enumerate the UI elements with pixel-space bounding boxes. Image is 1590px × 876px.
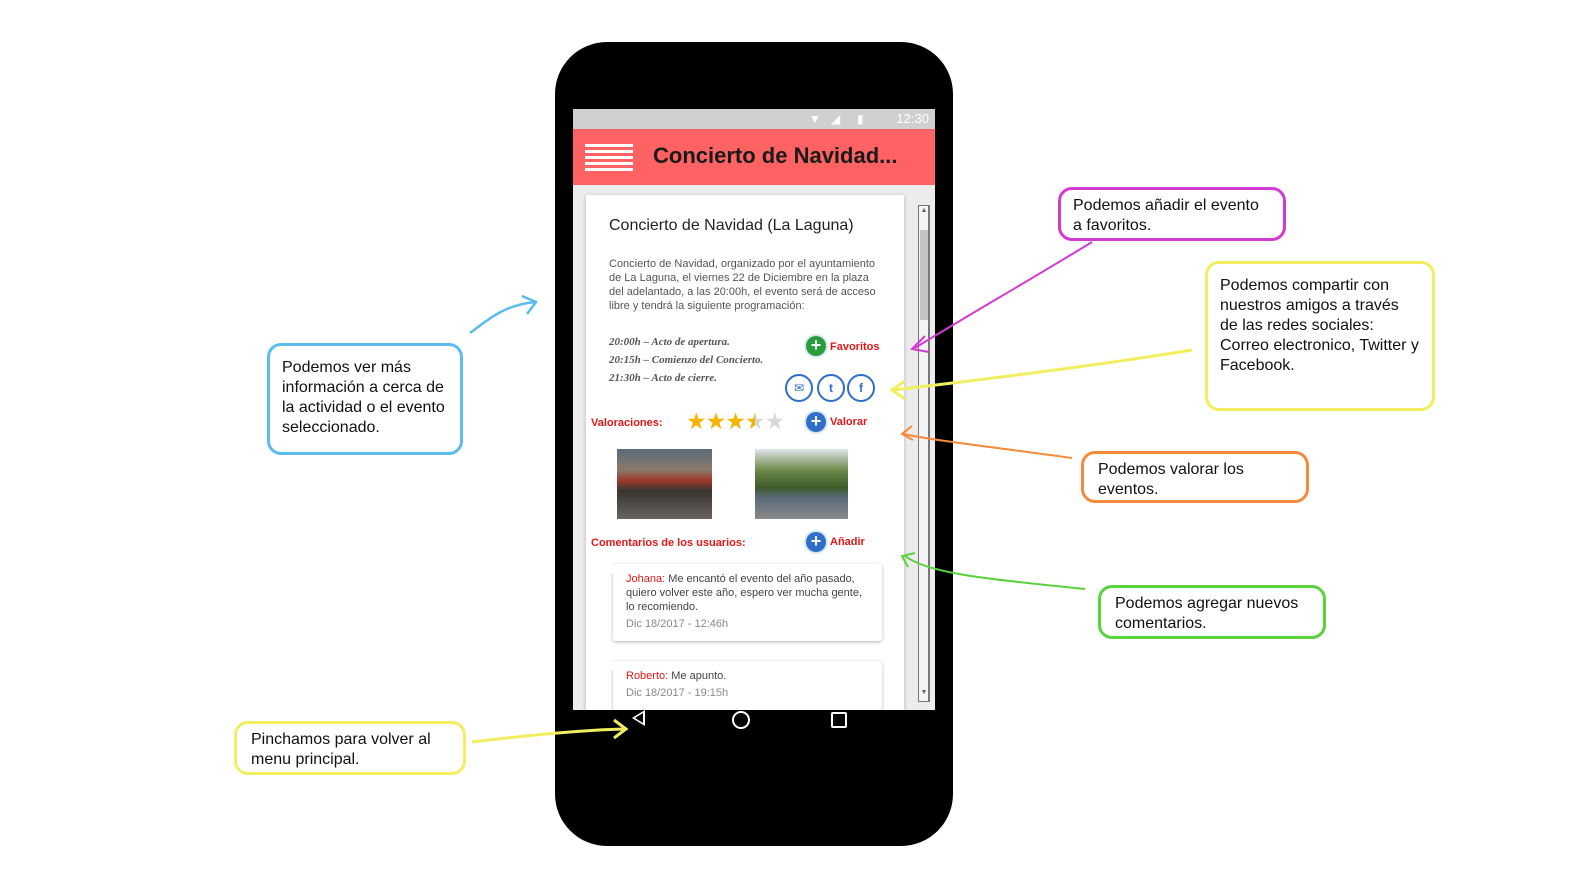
program-item: 21:30h – Acto de cierre. xyxy=(609,372,718,384)
status-time: 12:30 xyxy=(896,111,929,126)
back-triangle-inner xyxy=(635,713,643,723)
star-empty-icon: ★ xyxy=(764,408,786,434)
scroll-thumb[interactable] xyxy=(920,230,928,320)
signal-icon: ◢ xyxy=(831,112,841,126)
comment-card: Roberto: Me apunto. Dic 18/2017 - 19:15h xyxy=(603,661,882,710)
ratings-label: Valoraciones: xyxy=(591,417,663,429)
app-title: Concierto de Navidad... xyxy=(653,143,898,168)
comment-text: Me apunto. xyxy=(668,670,727,682)
star-half-icon: ★ xyxy=(744,408,766,434)
twitter-icon[interactable]: t xyxy=(817,374,845,402)
comment-card: Johana: Me encantó el evento del año pas… xyxy=(603,564,882,641)
add-favorite-icon[interactable]: + xyxy=(806,336,826,356)
rate-button[interactable]: Valorar xyxy=(830,416,867,428)
add-comment-button[interactable]: Añadir xyxy=(830,536,865,548)
comment-author: Johana: xyxy=(626,573,666,585)
app-bar: Concierto de Navidad... xyxy=(573,129,935,185)
callout-share: Podemos compartir con nuestros amigos a … xyxy=(1205,261,1435,411)
callout-rate: Podemos valorar los eventos. xyxy=(1081,451,1309,503)
scroll-up-icon[interactable]: ▲ xyxy=(920,207,928,214)
event-description: Concierto de Navidad, organizado por el … xyxy=(609,258,876,312)
status-bar: ▼ ◢ ▮ 12:30 xyxy=(573,109,935,129)
callout-comments: Podemos agregar nuevos comentarios. xyxy=(1098,585,1326,639)
program-item: 20:00h – Acto de apertura. xyxy=(609,336,730,348)
facebook-icon[interactable]: f xyxy=(847,374,875,402)
comments-label: Comentarios de los usuarios: xyxy=(591,537,746,549)
callout-back: Pinchamos para volver al menu principal. xyxy=(234,721,466,775)
comment-date: Dic 18/2017 - 12:46h xyxy=(626,618,729,630)
home-circle-icon[interactable] xyxy=(732,711,750,729)
wifi-icon: ▼ xyxy=(809,112,821,126)
event-photo[interactable] xyxy=(617,449,712,519)
program-item: 20:15h – Comienzo del Concierto. xyxy=(609,354,764,366)
recent-square-icon[interactable] xyxy=(831,712,847,728)
event-title: Concierto de Navidad (La Laguna) xyxy=(609,217,854,234)
rating-stars: ★★★★★ xyxy=(686,408,786,435)
event-photo[interactable] xyxy=(755,449,848,519)
arrow-info xyxy=(469,300,536,334)
callout-info: Podemos ver más información a cerca de l… xyxy=(267,343,463,455)
add-comment-icon[interactable]: + xyxy=(806,532,826,552)
star-icon: ★ xyxy=(705,408,727,434)
comment-date: Dic 18/2017 - 19:15h xyxy=(626,687,729,699)
callout-favorites: Podemos añadir el evento a favoritos. xyxy=(1058,187,1286,241)
star-icon: ★ xyxy=(686,408,707,434)
star-icon: ★ xyxy=(725,408,746,434)
scrollbar[interactable]: ▲ ▼ xyxy=(918,205,930,702)
battery-icon: ▮ xyxy=(857,112,864,126)
email-icon[interactable]: ✉ xyxy=(785,374,813,402)
scroll-down-icon[interactable]: ▼ xyxy=(920,689,928,696)
hamburger-menu-icon[interactable] xyxy=(585,144,633,172)
favorites-button[interactable]: Favoritos xyxy=(830,341,880,353)
add-rating-icon[interactable]: + xyxy=(806,412,826,432)
comment-author: Roberto: xyxy=(626,670,669,682)
phone-screen: ▼ ◢ ▮ 12:30 Concierto de Navidad... ▲ ▼ … xyxy=(573,109,935,710)
